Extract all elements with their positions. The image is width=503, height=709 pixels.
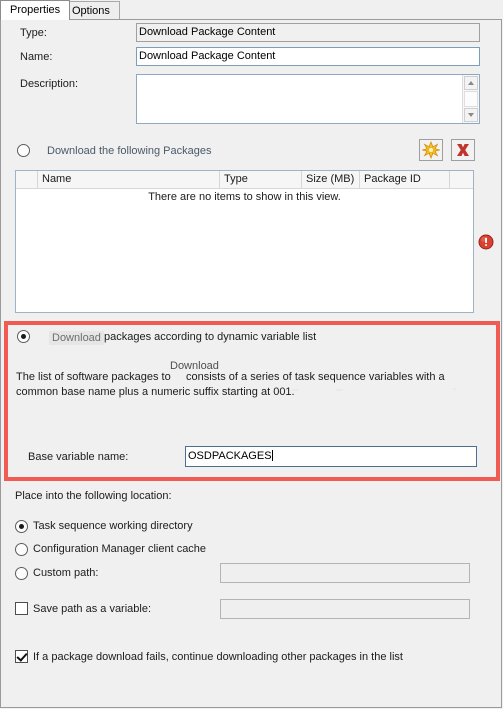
- red-error-exclamation-icon: [478, 234, 494, 250]
- checkbox-save-path-as-variable-label: Save path as a variable:: [33, 603, 152, 615]
- checkbox-save-path-as-variable[interactable]: [15, 602, 28, 615]
- column-header-name[interactable]: Name: [38, 171, 220, 188]
- remove-package-button[interactable]: [451, 139, 475, 161]
- custom-path-input[interactable]: [220, 563, 470, 583]
- column-header-spacer: [450, 171, 475, 188]
- tab-strip: Properties Options: [0, 0, 503, 20]
- tab-properties-label: Properties: [10, 4, 61, 16]
- name-label: Name:: [20, 51, 53, 63]
- save-path-variable-input[interactable]: [220, 599, 470, 619]
- text-caret: [271, 450, 273, 461]
- tab-options-label: Options: [72, 5, 110, 17]
- tab-properties[interactable]: Properties: [0, 0, 71, 20]
- radio-download-following-packages[interactable]: [17, 144, 30, 157]
- radio-download-dynamic-variable-list[interactable]: [17, 330, 30, 343]
- download-following-packages-label: Download the following Packages: [47, 145, 212, 157]
- radio-task-sequence-working-directory-label: Task sequence working directory: [33, 520, 193, 532]
- radio-configuration-manager-client-cache-label: Configuration Manager client cache: [33, 543, 207, 555]
- base-variable-name-input[interactable]: OSDPACKAGES: [185, 446, 477, 467]
- scroll-track[interactable]: [464, 91, 478, 107]
- checkbox-continue-on-download-failure[interactable]: [15, 650, 28, 663]
- packages-empty-message: There are no items to show in this view.: [148, 191, 341, 203]
- packages-listview[interactable]: Name Type Size (MB) Package ID There are…: [15, 170, 474, 313]
- column-header-type[interactable]: Type: [220, 171, 302, 188]
- tab-seam: [1, 19, 61, 20]
- dynamic-radio-label-rest: packages according to dynamic variable l…: [104, 331, 317, 343]
- name-input[interactable]: Download Package Content: [136, 47, 480, 66]
- download-package-content-dialog: Properties Options Type: Download Packag…: [0, 0, 503, 709]
- checkbox-continue-on-download-failure-label: If a package download fails, continue do…: [33, 651, 403, 663]
- location-heading: Place into the following location:: [15, 490, 172, 502]
- radio-task-sequence-working-directory[interactable]: [15, 520, 28, 533]
- starburst-add-icon: [422, 140, 440, 160]
- description-textarea[interactable]: [136, 74, 480, 124]
- type-label: Type:: [20, 27, 47, 39]
- column-header-size[interactable]: Size (MB): [302, 171, 360, 188]
- render-artifact-a: [292, 389, 298, 391]
- dynamic-description-line2: common base name plus a numeric suffix s…: [16, 386, 295, 398]
- description-label: Description:: [20, 78, 79, 90]
- base-variable-name-label: Base variable name:: [28, 451, 129, 463]
- base-variable-name-value: OSDPACKAGES: [188, 450, 272, 462]
- scroll-down-icon[interactable]: [464, 108, 478, 122]
- column-header-select[interactable]: [16, 171, 38, 188]
- column-header-package-id[interactable]: Package ID: [360, 171, 450, 188]
- description-scrollbar[interactable]: [462, 75, 479, 123]
- dynamic-description-overlap-artifact: Download: [168, 360, 221, 372]
- packages-listview-header: Name Type Size (MB) Package ID: [16, 171, 473, 189]
- render-artifact-b: [336, 389, 343, 391]
- type-value-field: Download Package Content: [136, 23, 480, 42]
- radio-custom-path[interactable]: [15, 567, 28, 580]
- validation-error-icon[interactable]: [478, 234, 494, 250]
- scroll-up-icon[interactable]: [464, 76, 478, 90]
- radio-configuration-manager-client-cache[interactable]: [15, 543, 28, 556]
- dynamic-radio-label-prefix: Download: [49, 331, 104, 345]
- dynamic-description-line1b: consists of a series of task sequence va…: [186, 371, 445, 383]
- render-artifact-d: [207, 397, 210, 399]
- render-artifact-c: [453, 388, 456, 390]
- radio-custom-path-label: Custom path:: [33, 567, 99, 579]
- add-package-button[interactable]: [419, 139, 443, 161]
- tab-options[interactable]: Options: [62, 1, 120, 19]
- red-x-delete-icon: [457, 144, 469, 156]
